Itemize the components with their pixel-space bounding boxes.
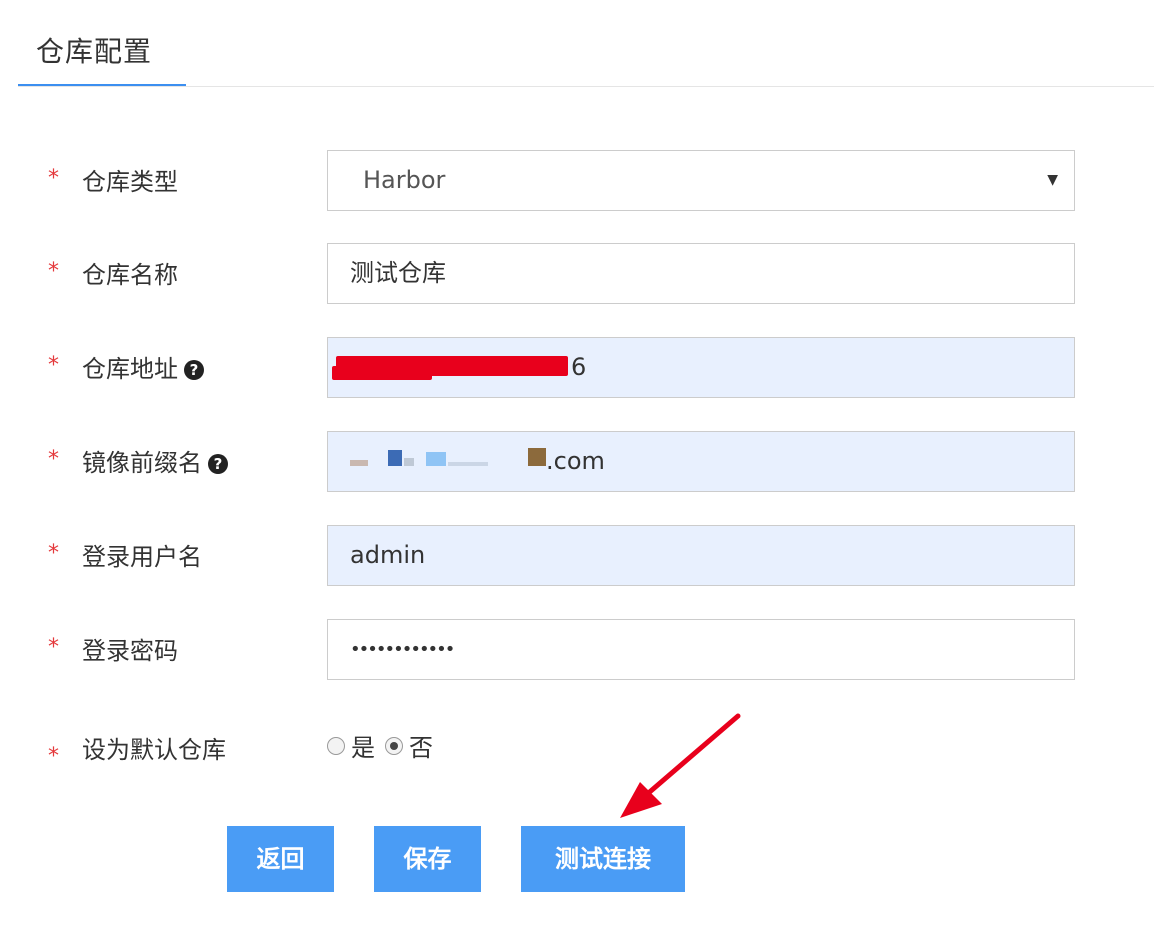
redaction-mark <box>404 458 414 466</box>
name-label: 仓库名称 <box>82 261 178 289</box>
image-prefix-input[interactable]: .com <box>327 431 1075 492</box>
dropdown-arrow-icon: ▼ <box>1047 172 1058 188</box>
image-prefix-value: .com <box>546 447 605 475</box>
redaction-mark <box>426 452 446 466</box>
redaction-mark <box>332 366 432 380</box>
prefix-label-text: 镜像前缀名 <box>82 449 202 477</box>
address-label: 仓库地址? <box>82 349 204 384</box>
required-mark: * <box>48 447 59 472</box>
repo-type-value: Harbor <box>363 166 446 194</box>
required-mark: * <box>48 541 59 566</box>
required-mark: * <box>48 166 59 191</box>
default-label: 设为默认仓库 <box>82 736 226 764</box>
username-label: 登录用户名 <box>82 543 202 571</box>
form-row-address: * 仓库地址? 6 <box>0 337 1154 401</box>
question-circle-icon[interactable]: ? <box>208 454 228 474</box>
form-row-password: * 登录密码 •••••••••••• <box>0 619 1154 683</box>
redaction-mark <box>448 462 488 466</box>
username-value: admin <box>350 541 426 569</box>
prefix-label: 镜像前缀名? <box>82 443 228 478</box>
repo-address-value: 6 <box>571 353 587 381</box>
username-input[interactable]: admin <box>327 525 1075 586</box>
password-value: •••••••••••• <box>350 639 455 660</box>
repo-address-input[interactable]: 6 <box>327 337 1075 398</box>
form-row-username: * 登录用户名 admin <box>0 525 1154 589</box>
radio-yes[interactable] <box>327 736 345 755</box>
radio-no[interactable] <box>385 736 403 755</box>
redaction-mark <box>350 460 368 466</box>
repo-name-input[interactable]: 测试仓库 <box>327 243 1075 304</box>
radio-yes-label[interactable]: 是 <box>351 728 375 763</box>
form-row-default: * 设为默认仓库 是 否 <box>0 728 1154 792</box>
password-input[interactable]: •••••••••••• <box>327 619 1075 680</box>
tab-divider <box>18 86 1154 87</box>
tab-title: 仓库配置 <box>36 35 153 68</box>
save-button[interactable]: 保存 <box>374 826 481 892</box>
repo-name-value: 测试仓库 <box>350 259 446 287</box>
repo-type-select[interactable]: Harbor ▼ <box>327 150 1075 211</box>
required-mark: * <box>48 744 59 769</box>
required-mark: * <box>48 259 59 284</box>
back-button[interactable]: 返回 <box>227 826 334 892</box>
required-mark: * <box>48 635 59 660</box>
question-circle-icon[interactable]: ? <box>184 360 204 380</box>
redaction-mark <box>528 448 546 466</box>
form-row-name: * 仓库名称 测试仓库 <box>0 243 1154 307</box>
annotation-arrow-icon <box>620 713 741 818</box>
password-label: 登录密码 <box>82 637 178 665</box>
test-connection-button[interactable]: 测试连接 <box>521 826 685 892</box>
type-label: 仓库类型 <box>82 168 178 196</box>
redaction-mark <box>388 450 402 466</box>
form-row-prefix: * 镜像前缀名? .com <box>0 431 1154 495</box>
form-row-type: * 仓库类型 Harbor ▼ <box>0 150 1154 214</box>
address-label-text: 仓库地址 <box>82 355 178 383</box>
default-radio-group: 是 否 <box>327 728 443 763</box>
required-mark: * <box>48 353 59 378</box>
radio-no-label[interactable]: 否 <box>409 728 433 763</box>
